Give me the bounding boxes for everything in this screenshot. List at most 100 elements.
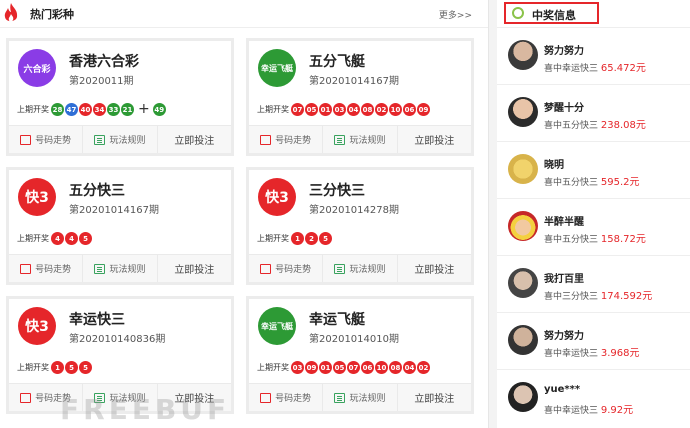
bet-now-button[interactable]: 立即投注 bbox=[398, 384, 471, 411]
winner-item[interactable]: 梦醒十分 喜中五分快三 238.08元 bbox=[497, 85, 690, 142]
winner-amount: 9.92元 bbox=[600, 405, 634, 416]
draw-ball: 1 bbox=[291, 232, 304, 245]
winner-item[interactable]: 我打百里 喜中三分快三 174.592元 bbox=[497, 256, 690, 313]
winners-panel: 中奖信息 努力努力 喜中幸运快三 65.472元 梦醒十分 喜中五分快三 238… bbox=[497, 0, 690, 428]
previous-draw-label: 上期开奖 bbox=[17, 105, 49, 114]
lottery-logo: 幸运飞艇 bbox=[258, 49, 296, 87]
trend-label: 号码走势 bbox=[35, 136, 72, 146]
winner-item[interactable]: 晓明 喜中五分快三 595.2元 bbox=[497, 142, 690, 199]
trend-chart-icon bbox=[260, 134, 272, 145]
trend-label: 号码走势 bbox=[275, 136, 312, 146]
draw-ball: 33 bbox=[107, 103, 120, 116]
prize-icon bbox=[512, 7, 524, 19]
previous-draw: 上期开奖 1 2 5 bbox=[257, 232, 333, 245]
bet-now-button[interactable]: 立即投注 bbox=[158, 255, 231, 282]
avatar bbox=[508, 211, 538, 241]
trend-button[interactable]: 号码走势 bbox=[249, 255, 324, 282]
lottery-card-wufen-kuai3[interactable]: 快3 五分快三 第20201014167期 上期开奖 4 4 5 号码走势 玩法… bbox=[6, 167, 234, 285]
winner-name: 努力努力 bbox=[544, 46, 584, 57]
winner-detail: 喜中幸运快三 9.92元 bbox=[544, 401, 633, 416]
trend-button[interactable]: 号码走势 bbox=[9, 255, 84, 282]
bet-now-button[interactable]: 立即投注 bbox=[158, 126, 231, 153]
lottery-logo: 快3 bbox=[18, 178, 56, 216]
trend-chart-icon bbox=[20, 263, 32, 274]
rules-doc-icon bbox=[94, 134, 106, 145]
draw-ball: 5 bbox=[65, 361, 78, 374]
rules-button[interactable]: 玩法规则 bbox=[323, 384, 398, 411]
lottery-issue: 第20201014010期 bbox=[309, 334, 399, 345]
draw-ball: 08 bbox=[389, 361, 402, 374]
winner-game: 喜中三分快三 bbox=[544, 292, 599, 302]
rules-button[interactable]: 玩法规则 bbox=[83, 126, 158, 153]
lottery-card-sanfen-kuai3[interactable]: 快3 三分快三 第20201014278期 上期开奖 1 2 5 号码走势 玩法… bbox=[246, 167, 474, 285]
winner-game: 喜中幸运快三 bbox=[544, 64, 599, 74]
lottery-name[interactable]: 五分快三 bbox=[69, 180, 125, 200]
previous-draw-label: 上期开奖 bbox=[257, 105, 289, 114]
trend-label: 号码走势 bbox=[35, 265, 72, 275]
winner-item[interactable]: 努力努力 喜中幸运快三 3.968元 bbox=[497, 313, 690, 370]
lottery-name[interactable]: 幸运飞艇 bbox=[309, 309, 365, 329]
draw-ball: 4 bbox=[51, 232, 64, 245]
trend-button[interactable]: 号码走势 bbox=[9, 126, 84, 153]
winner-detail: 喜中三分快三 174.592元 bbox=[544, 287, 652, 302]
winner-name: 半醉半醒 bbox=[544, 217, 584, 228]
trend-button[interactable]: 号码走势 bbox=[249, 126, 324, 153]
avatar bbox=[508, 40, 538, 70]
lottery-logo: 快3 bbox=[18, 307, 56, 345]
more-link[interactable]: 更多>> bbox=[439, 8, 472, 21]
winners-title: 中奖信息 bbox=[532, 9, 576, 22]
draw-ball: 06 bbox=[403, 103, 416, 116]
winner-detail: 喜中五分快三 595.2元 bbox=[544, 173, 640, 188]
trend-button[interactable]: 号码走势 bbox=[249, 384, 324, 411]
lottery-issue: 第20201014167期 bbox=[309, 76, 399, 87]
draw-ball: 02 bbox=[417, 361, 430, 374]
winner-game: 喜中五分快三 bbox=[544, 178, 599, 188]
winner-item[interactable]: 半醉半醒 喜中五分快三 158.72元 bbox=[497, 199, 690, 256]
draw-ball: 09 bbox=[305, 361, 318, 374]
bet-now-button[interactable]: 立即投注 bbox=[398, 255, 471, 282]
lottery-issue: 第2020011期 bbox=[69, 76, 134, 87]
draw-ball: 5 bbox=[79, 361, 92, 374]
draw-ball: 03 bbox=[291, 361, 304, 374]
bet-now-button[interactable]: 立即投注 bbox=[398, 126, 471, 153]
winner-item[interactable]: yue*** 喜中幸运快三 9.92元 bbox=[497, 370, 690, 427]
rules-label: 玩法规则 bbox=[109, 265, 146, 275]
winner-amount: 595.2元 bbox=[600, 177, 640, 188]
lottery-name[interactable]: 幸运快三 bbox=[69, 309, 125, 329]
lottery-card-wufen-feiting[interactable]: 幸运飞艇 五分飞艇 第20201014167期 上期开奖 07 05 01 03… bbox=[246, 38, 474, 156]
watermark: FREEBUF bbox=[60, 393, 231, 426]
draw-ball: 05 bbox=[333, 361, 346, 374]
previous-draw-label: 上期开奖 bbox=[257, 363, 289, 372]
draw-ball: 34 bbox=[93, 103, 106, 116]
draw-ball: 10 bbox=[375, 361, 388, 374]
lottery-logo: 六合彩 bbox=[18, 49, 56, 87]
lottery-issue: 第20201014278期 bbox=[309, 205, 399, 216]
winner-game: 喜中幸运快三 bbox=[544, 349, 599, 359]
lottery-name[interactable]: 三分快三 bbox=[309, 180, 365, 200]
trend-label: 号码走势 bbox=[275, 265, 312, 275]
lottery-card-xingyun-feiting[interactable]: 幸运飞艇 幸运飞艇 第20201014010期 上期开奖 03 09 01 05… bbox=[246, 296, 474, 414]
lottery-name[interactable]: 香港六合彩 bbox=[69, 51, 139, 71]
draw-ball: 4 bbox=[65, 232, 78, 245]
rules-button[interactable]: 玩法规则 bbox=[83, 255, 158, 282]
winner-item[interactable]: 努力努力 喜中幸运快三 65.472元 bbox=[497, 28, 690, 85]
winner-name: 努力努力 bbox=[544, 331, 584, 342]
previous-draw: 上期开奖 4 4 5 bbox=[17, 232, 93, 245]
winners-header: 中奖信息 bbox=[497, 0, 690, 28]
previous-draw-label: 上期开奖 bbox=[17, 363, 49, 372]
avatar bbox=[508, 382, 538, 412]
rules-button[interactable]: 玩法规则 bbox=[323, 255, 398, 282]
draw-ball: 5 bbox=[79, 232, 92, 245]
rules-button[interactable]: 玩法规则 bbox=[323, 126, 398, 153]
card-actions: 号码走势 玩法规则 立即投注 bbox=[249, 254, 471, 282]
rules-doc-icon bbox=[334, 263, 346, 274]
previous-draw: 上期开奖 03 09 01 05 07 06 10 08 04 02 bbox=[257, 361, 431, 374]
lottery-issue: 第20201014167期 bbox=[69, 205, 159, 216]
draw-ball: 08 bbox=[361, 103, 374, 116]
lottery-issue: 第20201014083​6期 bbox=[69, 334, 166, 345]
winner-amount: 174.592元 bbox=[600, 291, 653, 302]
lottery-card-hk-marksix[interactable]: 六合彩 香港六合彩 第2020011期 上期开奖 28 47 40 34 33 … bbox=[6, 38, 234, 156]
previous-draw: 上期开奖 07 05 01 03 04 08 02 10 06 09 bbox=[257, 103, 431, 116]
lottery-name[interactable]: 五分飞艇 bbox=[309, 51, 365, 71]
lottery-logo: 幸运飞艇 bbox=[258, 307, 296, 345]
